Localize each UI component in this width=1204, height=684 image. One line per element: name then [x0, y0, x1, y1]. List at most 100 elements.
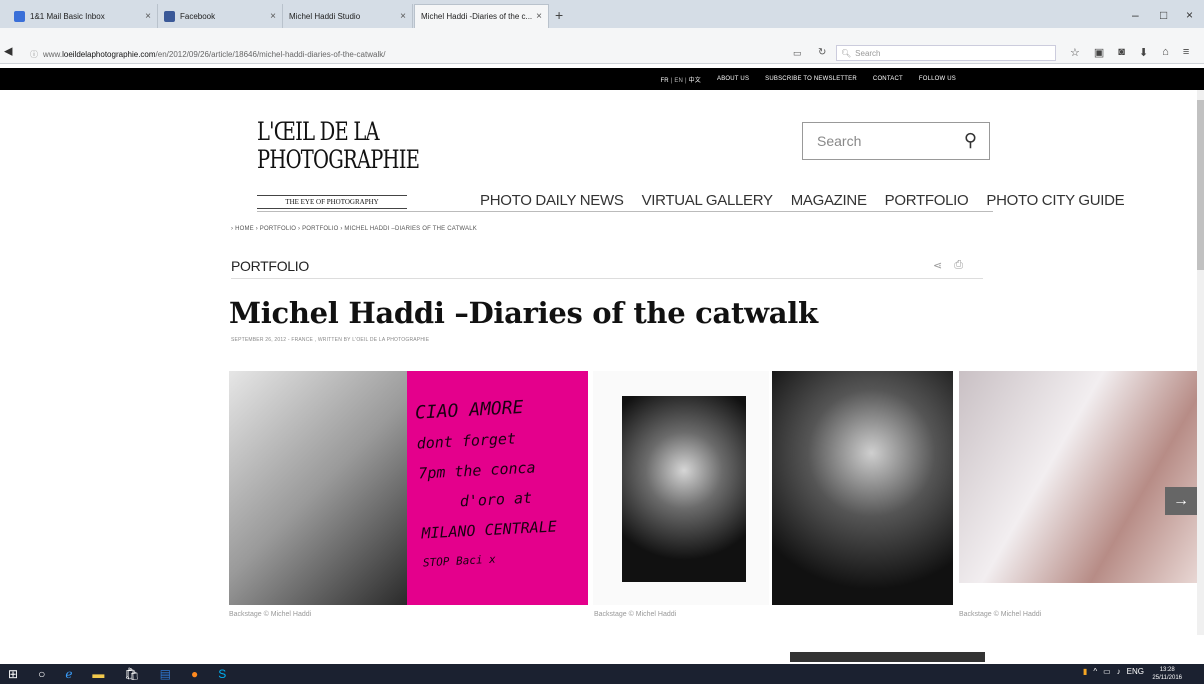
outlook-icon[interactable]: ▤	[160, 667, 171, 681]
nav-magazine[interactable]: MAGAZINE	[791, 192, 867, 209]
network-icon[interactable]: ▭	[1103, 667, 1111, 676]
bookmark-star-icon[interactable]: ☆	[1070, 46, 1080, 59]
tab-active-article[interactable]: Michel Haddi -Diaries of the c... ×	[414, 4, 549, 28]
logo-line-2: PHOTOGRAPHIE	[257, 145, 420, 174]
close-icon[interactable]: ×	[145, 11, 151, 22]
mail-icon	[14, 10, 25, 22]
article-headline: Michel Haddi –Diaries of the catwalk	[229, 296, 818, 330]
photo-caption: Backstage © Michel Haddi	[229, 611, 312, 618]
home-icon[interactable]: ⌂	[1162, 46, 1169, 59]
note-line: STOP Baci x	[422, 552, 497, 570]
logo-line-1: L'ŒIL DE LA	[257, 117, 380, 146]
tab-label: Facebook	[180, 11, 216, 21]
share-icon[interactable]: ⋖	[933, 259, 942, 272]
store-icon[interactable]: 🛍︎	[124, 667, 139, 681]
scrollbar-thumb[interactable]	[1197, 100, 1204, 270]
site-top-bar: FR | EN | 中文 ABOUT US SUBSCRIBE TO NEWSL…	[0, 68, 1204, 90]
site-search-placeholder: Search	[817, 133, 862, 149]
volume-icon[interactable]: ♪	[1117, 667, 1121, 676]
language-indicator[interactable]: ENG	[1127, 667, 1144, 676]
nav-portfolio[interactable]: PORTFOLIO	[885, 192, 969, 209]
notification-icon[interactable]: ▮	[1083, 667, 1087, 676]
handwritten-note: CIAO AMORE dont forget 7pm the conca d'o…	[414, 392, 559, 579]
site-tagline: THE EYE OF PHOTOGRAPHY	[257, 195, 407, 209]
bottom-banner	[790, 652, 985, 662]
clock-time: 13:28	[1159, 667, 1175, 673]
maximize-button[interactable]: □	[1160, 8, 1167, 22]
follow-us-link[interactable]: FOLLOW US	[919, 76, 956, 82]
section-title: PORTFOLIO	[231, 258, 309, 274]
back-arrow-icon[interactable]: ◀	[4, 45, 12, 58]
contact-link[interactable]: CONTACT	[873, 76, 903, 82]
browser-search-input[interactable]: 🔍︎ Search	[836, 45, 1056, 61]
edge-icon[interactable]: ℯ	[65, 667, 72, 681]
print-icon[interactable]: ⎙	[954, 259, 963, 272]
search-icon[interactable]: ⚲	[964, 130, 977, 151]
gallery-photo-catwalk-model[interactable]	[622, 396, 746, 582]
nav-photo-city-guide[interactable]: PHOTO CITY GUIDE	[986, 192, 1124, 209]
gallery-next-button[interactable]: →	[1165, 487, 1197, 515]
taskbar-apps: ⊞ ○ ℯ ▬ 🛍︎ ▤ ● S	[8, 667, 226, 681]
info-icon: ⓘ	[30, 49, 38, 59]
close-icon[interactable]: ×	[536, 11, 542, 22]
reload-icon[interactable]: ↻	[818, 47, 826, 58]
gallery-photo-model-portrait[interactable]	[229, 371, 407, 605]
tab-facebook[interactable]: Facebook ×	[158, 4, 283, 28]
firefox-icon[interactable]: ●	[191, 667, 198, 681]
nav-virtual-gallery[interactable]: VIRTUAL GALLERY	[642, 192, 773, 209]
lang-en-link[interactable]: EN	[674, 78, 683, 84]
tab-mail[interactable]: 1&1 Mail Basic Inbox ×	[8, 4, 158, 28]
breadcrumb[interactable]: › HOME › PORTFOLIO › PORTFOLIO › MICHEL …	[231, 226, 477, 232]
lang-fr-link[interactable]: FR	[660, 78, 668, 84]
gallery-photo-ciao-amore-note[interactable]: CIAO AMORE dont forget 7pm the conca d'o…	[407, 371, 588, 605]
pocket-icon[interactable]: ◙	[1118, 46, 1125, 59]
skype-icon[interactable]: S	[218, 667, 226, 681]
gallery-photo-fur-model[interactable]	[772, 371, 953, 605]
search-placeholder: Search	[855, 48, 881, 58]
taskbar-clock[interactable]: 13:28 25/11/2016	[1152, 666, 1182, 682]
close-icon[interactable]: ×	[400, 11, 406, 22]
site-top-nav: FR | EN | 中文 ABOUT US SUBSCRIBE TO NEWSL…	[660, 68, 956, 90]
tab-label: 1&1 Mail Basic Inbox	[30, 11, 105, 21]
tab-haddi-studio[interactable]: Michel Haddi Studio ×	[283, 4, 413, 28]
system-tray: ▮ ^ ▭ ♪ ENG	[1083, 667, 1144, 676]
browser-toolbar-icons: ☆ ▣ ◙ ⬇ ⌂ ≡	[1070, 46, 1189, 59]
menu-icon[interactable]: ≡	[1183, 46, 1189, 59]
tab-label: Michel Haddi -Diaries of the c...	[421, 12, 533, 21]
url-domain: loeildelaphotographie.com	[62, 49, 156, 59]
tab-label: Michel Haddi Studio	[289, 11, 361, 21]
main-nav: PHOTO DAILY NEWS VIRTUAL GALLERY MAGAZIN…	[480, 192, 1125, 209]
nav-divider	[257, 211, 993, 212]
language-switcher: FR | EN | 中文	[660, 77, 701, 84]
minimize-button[interactable]: –	[1132, 8, 1139, 22]
newsletter-link[interactable]: SUBSCRIBE TO NEWSLETTER	[765, 76, 857, 82]
photo-caption: Backstage © Michel Haddi	[959, 611, 1042, 618]
about-us-link[interactable]: ABOUT US	[717, 76, 749, 82]
section-divider	[231, 278, 983, 279]
article-actions: ⋖ ⎙	[933, 259, 963, 272]
site-logo[interactable]: L'ŒIL DE LA PHOTOGRAPHIE	[257, 117, 420, 174]
file-explorer-icon[interactable]: ▬	[92, 667, 104, 681]
close-window-button[interactable]: ×	[1186, 8, 1193, 22]
windows-start-icon[interactable]: ⊞	[8, 667, 18, 681]
reader-view-icon[interactable]: ▭	[793, 48, 802, 59]
gallery-photo-sunglasses-models[interactable]	[959, 371, 1199, 583]
site-search-input[interactable]: Search ⚲	[802, 122, 990, 160]
tray-chevron-icon[interactable]: ^	[1093, 667, 1097, 676]
url-path: /en/2012/09/26/article/18646/michel-hadd…	[155, 49, 386, 59]
search-icon: 🔍︎	[841, 48, 852, 58]
facebook-icon	[164, 10, 175, 22]
new-tab-button[interactable]: +	[555, 7, 563, 23]
download-icon[interactable]: ⬇	[1139, 46, 1148, 59]
clipboard-icon[interactable]: ▣	[1094, 46, 1104, 59]
clock-date: 25/11/2016	[1152, 675, 1182, 681]
lang-zh-link[interactable]: 中文	[689, 78, 701, 84]
photo-caption: Backstage © Michel Haddi	[594, 611, 677, 618]
nav-photo-daily-news[interactable]: PHOTO DAILY NEWS	[480, 192, 624, 209]
article-byline: SEPTEMBER 26, 2012 - FRANCE , WRITTEN BY…	[231, 337, 430, 343]
url-prefix: www.	[43, 49, 63, 59]
close-icon[interactable]: ×	[270, 11, 276, 22]
url-bar[interactable]: ⓘ www. loeildelaphotographie.com/en/2012/…	[30, 46, 550, 62]
browser-tab-strip: 1&1 Mail Basic Inbox × Facebook × Michel…	[0, 0, 1204, 28]
cortana-icon[interactable]: ○	[38, 667, 45, 681]
